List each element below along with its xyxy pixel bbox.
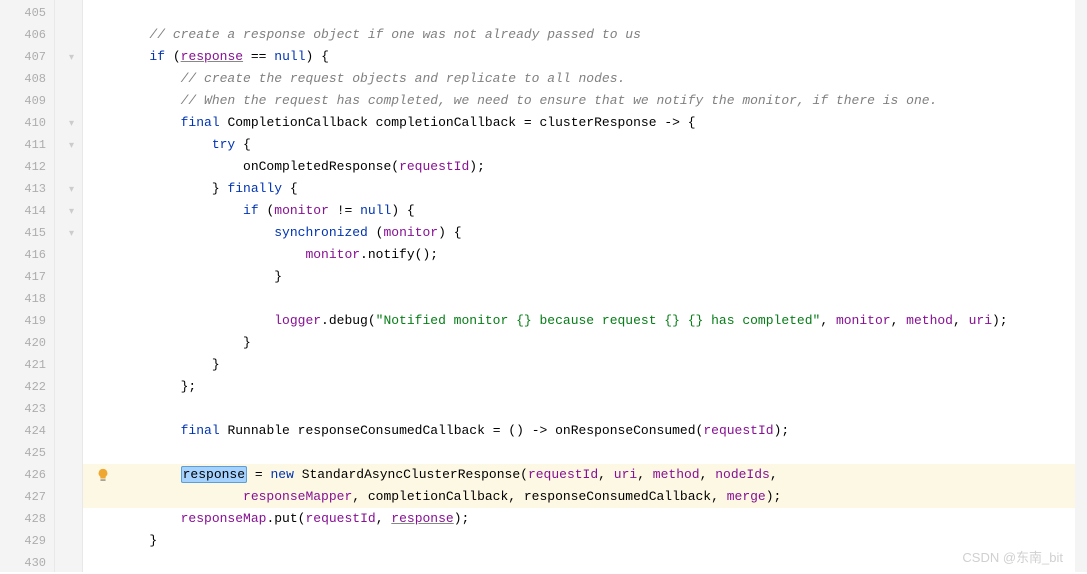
code-line[interactable]: // When the request has completed, we ne… [83,90,1075,112]
code-line[interactable] [83,442,1075,464]
gutter-row: ▾ [55,112,82,134]
gutter-row [55,288,82,310]
line-number: 415 [0,222,54,244]
code-line[interactable]: logger.debug("Notified monitor {} becaus… [83,310,1075,332]
line-number: 411 [0,134,54,156]
line-number: 422 [0,376,54,398]
code-line[interactable]: // create the request objects and replic… [83,68,1075,90]
gutter-row: ▾ [55,200,82,222]
gutter-row [55,68,82,90]
gutter-row [55,398,82,420]
code-line[interactable]: if (response == null) { [83,46,1075,68]
line-number: 424 [0,420,54,442]
code-line[interactable]: responseMapper, completionCallback, resp… [83,486,1075,508]
code-line[interactable]: }; [83,376,1075,398]
line-number: 416 [0,244,54,266]
gutter-row [55,90,82,112]
line-number: 429 [0,530,54,552]
code-line[interactable]: if (monitor != null) { [83,200,1075,222]
gutter-row: ▾ [55,46,82,68]
line-number: 425 [0,442,54,464]
code-line[interactable]: try { [83,134,1075,156]
line-number: 420 [0,332,54,354]
code-line[interactable] [83,288,1075,310]
line-number: 418 [0,288,54,310]
code-line[interactable]: synchronized (monitor) { [83,222,1075,244]
fold-icon[interactable]: ▾ [69,53,74,64]
code-line[interactable]: } [83,354,1075,376]
line-number: 417 [0,266,54,288]
gutter-row [55,442,82,464]
gutter-row [55,266,82,288]
line-number: 405 [0,2,54,24]
gutter-row [55,464,82,486]
code-line[interactable]: final Runnable responseConsumedCallback … [83,420,1075,442]
code-line[interactable]: } finally { [83,178,1075,200]
gutter-row: ▾ [55,222,82,244]
gutter-row [55,530,82,552]
line-number: 409 [0,90,54,112]
gutter-row [55,354,82,376]
line-number: 421 [0,354,54,376]
code-line[interactable]: final CompletionCallback completionCallb… [83,112,1075,134]
gutter-row [55,156,82,178]
gutter-row [55,310,82,332]
line-number: 430 [0,552,54,574]
code-line[interactable] [83,2,1075,24]
line-number: 414 [0,200,54,222]
line-number: 427 [0,486,54,508]
code-line[interactable]: } [83,266,1075,288]
code-line[interactable]: response = new StandardAsyncClusterRespo… [83,464,1075,486]
fold-icon[interactable]: ▾ [69,229,74,240]
gutter-row [55,244,82,266]
fold-icon[interactable]: ▾ [69,119,74,130]
vertical-scrollbar[interactable] [1075,0,1087,572]
code-line[interactable] [83,552,1075,572]
line-number: 423 [0,398,54,420]
fold-icon[interactable]: ▾ [69,185,74,196]
code-line[interactable]: monitor.notify(); [83,244,1075,266]
code-line[interactable] [83,398,1075,420]
fold-icon[interactable]: ▾ [69,207,74,218]
gutter-row [55,508,82,530]
line-number: 410 [0,112,54,134]
line-number-gutter: 4054064074084094104114124134144154164174… [0,0,55,572]
line-number: 412 [0,156,54,178]
code-line[interactable]: } [83,530,1075,552]
line-number: 419 [0,310,54,332]
gutter-row: ▾ [55,134,82,156]
gutter-row [55,332,82,354]
line-number: 428 [0,508,54,530]
gutter-row: ▾ [55,178,82,200]
line-number: 426 [0,464,54,486]
fold-icon[interactable]: ▾ [69,141,74,152]
gutter-row [55,552,82,574]
gutter-row [55,420,82,442]
code-editor[interactable]: // create a response object if one was n… [83,0,1075,572]
gutter-indicators: ▾ ▾ ▾ ▾ ▾ ▾ [55,0,83,572]
watermark: CSDN @东南_bit [962,547,1063,566]
gutter-row [55,376,82,398]
code-line[interactable]: // create a response object if one was n… [83,24,1075,46]
code-line[interactable]: } [83,332,1075,354]
intention-bulb-icon[interactable] [96,468,110,482]
line-number: 408 [0,68,54,90]
gutter-row [55,486,82,508]
line-number: 407 [0,46,54,68]
code-line[interactable]: onCompletedResponse(requestId); [83,156,1075,178]
gutter-row [55,2,82,24]
line-number: 406 [0,24,54,46]
code-line[interactable]: responseMap.put(requestId, response); [83,508,1075,530]
line-number: 413 [0,178,54,200]
gutter-row [55,24,82,46]
